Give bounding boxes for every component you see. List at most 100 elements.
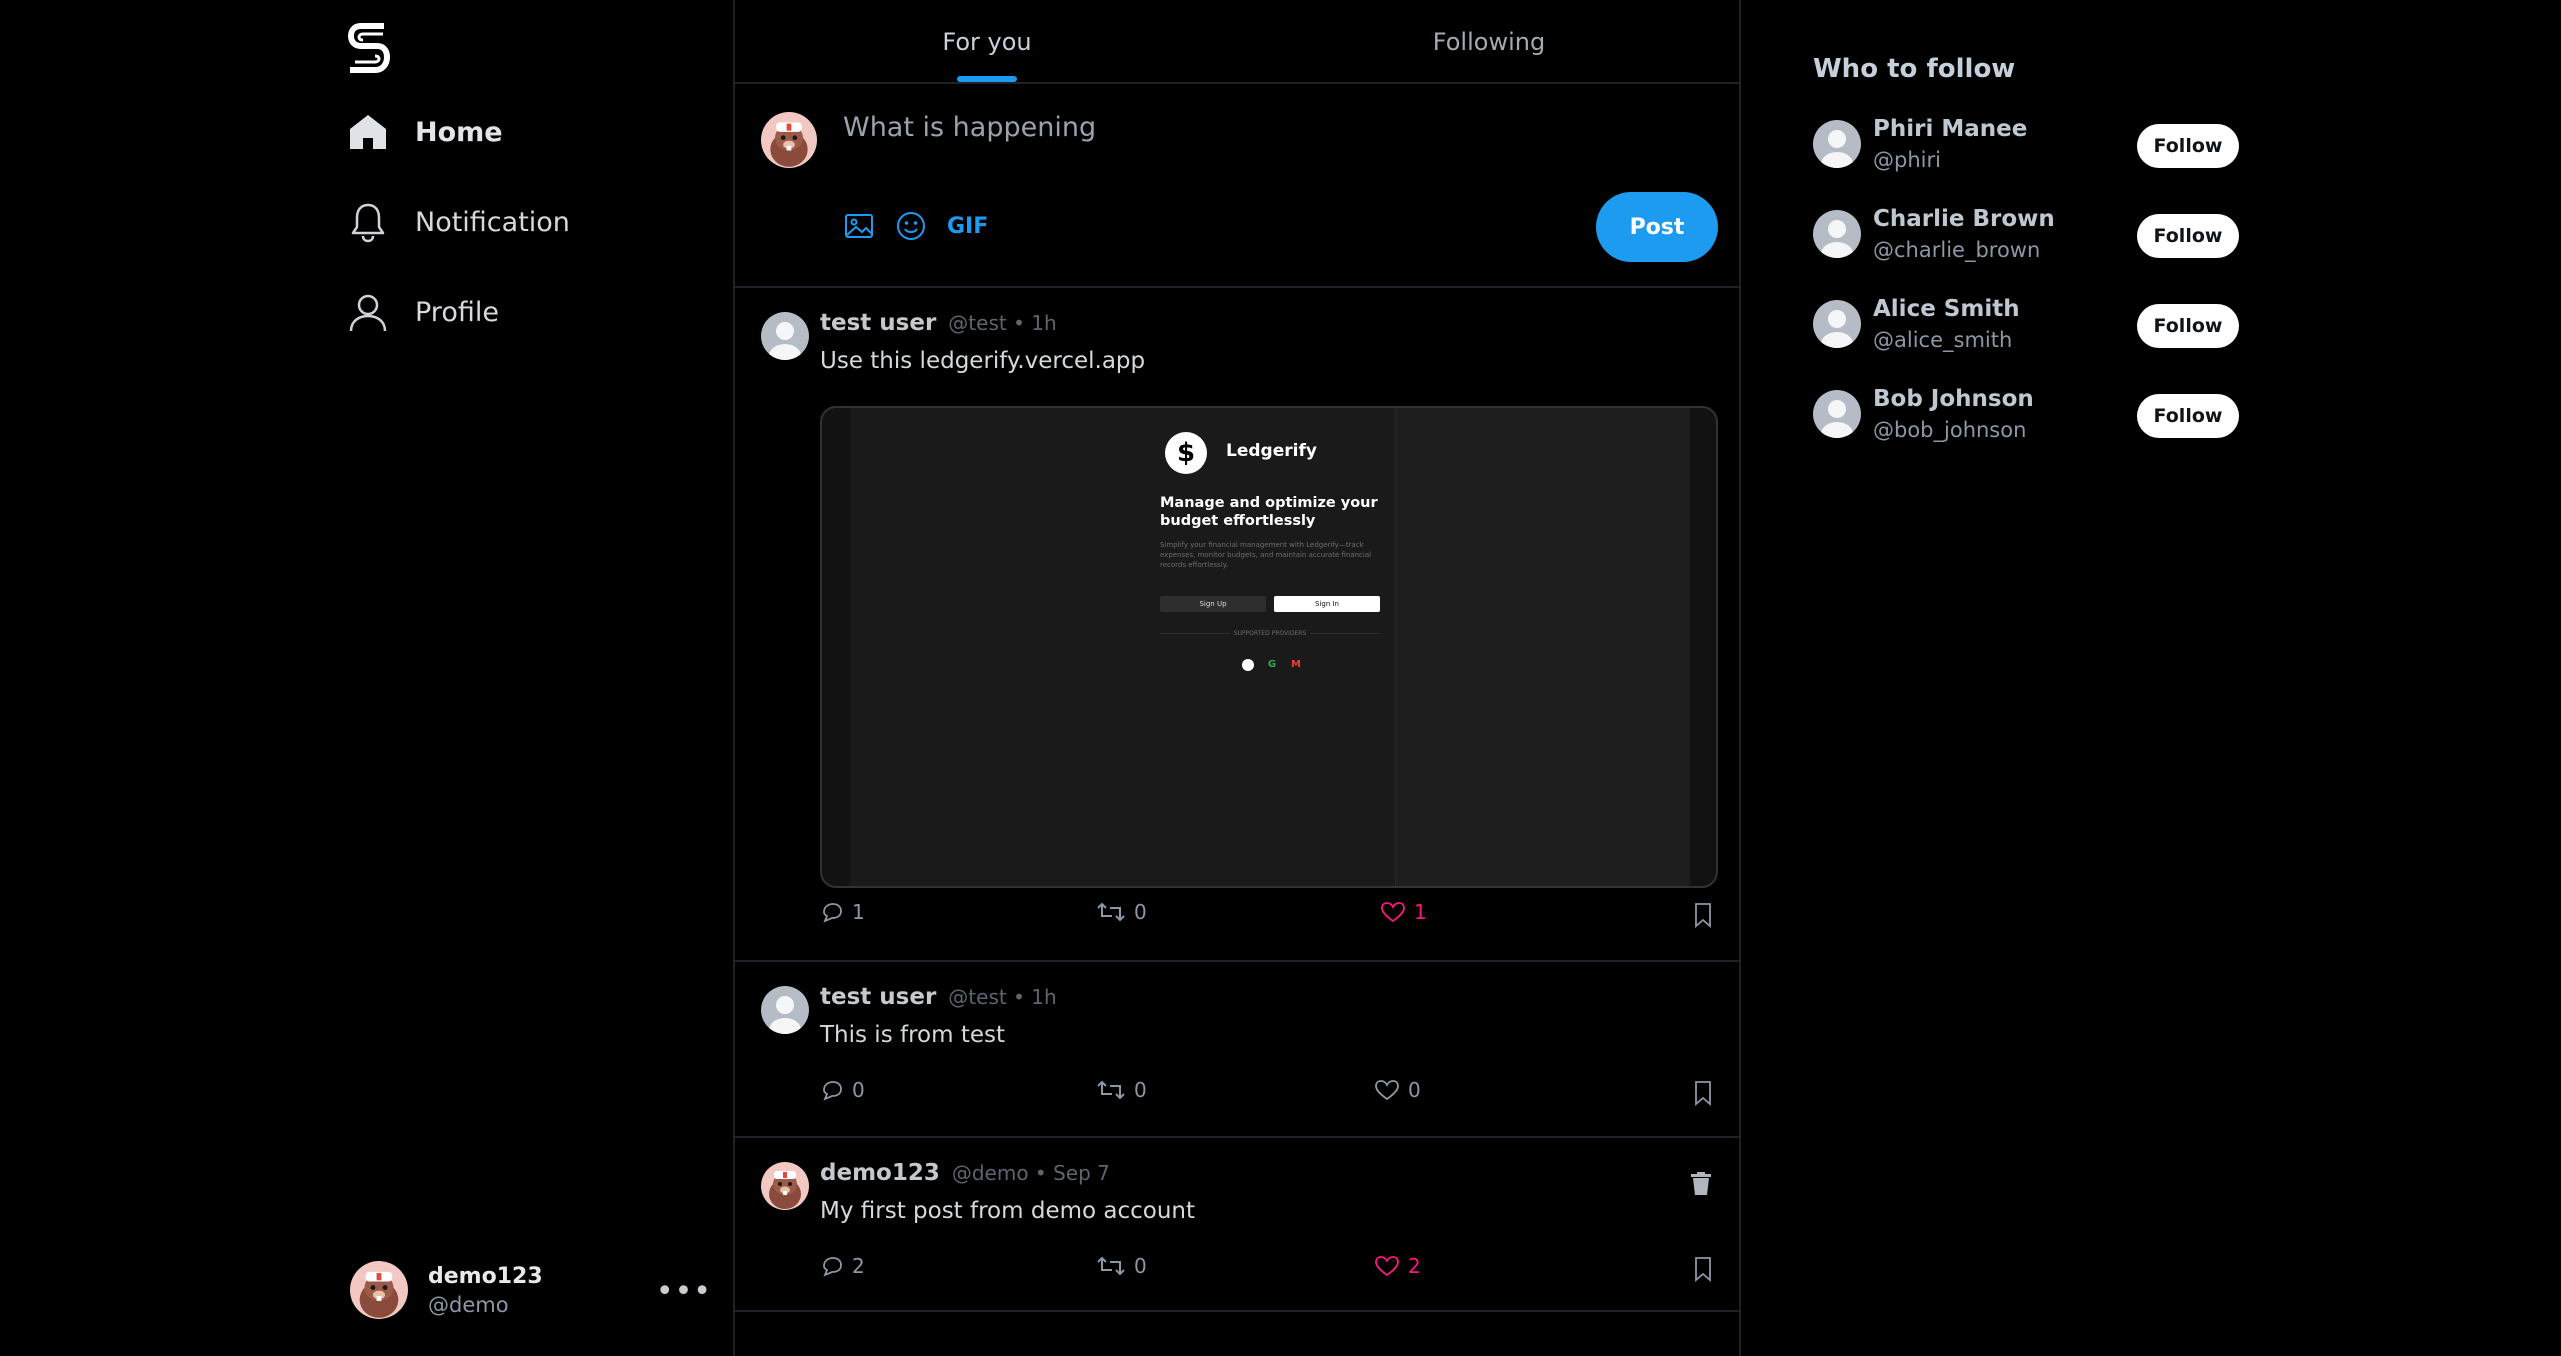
repost-button[interactable]: 0 [1096, 1078, 1147, 1102]
post-avatar[interactable] [761, 1162, 809, 1210]
post-card[interactable]: test user @test • 1h This is from test 0… [735, 964, 1739, 1138]
heart-icon [1375, 1256, 1399, 1277]
suggestion-handle: @phiri [1873, 148, 1941, 172]
heart-icon [1375, 1080, 1399, 1101]
follow-button[interactable]: Follow [2137, 214, 2239, 258]
repost-icon [1097, 902, 1125, 922]
nav-profile[interactable]: Profile [347, 282, 499, 342]
reply-icon [823, 1257, 842, 1277]
tab-for-you[interactable]: For you [861, 0, 1113, 84]
suggestion-avatar[interactable] [1813, 120, 1861, 168]
suggestion-name[interactable]: Charlie Brown [1873, 206, 2055, 232]
who-to-follow-title: Who to follow [1813, 54, 2016, 84]
repost-icon [1097, 1256, 1125, 1276]
bookmark-icon[interactable] [1693, 902, 1713, 928]
nav-home-label: Home [415, 116, 503, 148]
image-icon[interactable] [843, 210, 875, 242]
bookmark-icon[interactable] [1693, 1080, 1713, 1106]
follow-suggestion[interactable]: Charlie Brown @charlie_brown Follow [1813, 206, 2313, 266]
dollar-logo-icon: $ [1165, 432, 1207, 474]
left-sidebar: Home Notification Profile demo123 @demo … [0, 0, 733, 1356]
post-meta: @demo • Sep 7 [951, 1161, 1110, 1185]
preview-signup-button: Sign Up [1160, 596, 1266, 612]
like-count: 0 [1408, 1078, 1421, 1102]
composer-tools: GIF [843, 210, 1008, 242]
home-icon [350, 115, 386, 149]
reply-count: 0 [852, 1078, 865, 1102]
repost-count: 0 [1134, 900, 1147, 924]
post-avatar[interactable] [761, 312, 809, 360]
post-actions: 2 0 2 [820, 1254, 1713, 1284]
like-count: 1 [1414, 900, 1427, 924]
like-button[interactable]: 2 [1374, 1254, 1421, 1278]
nav-home[interactable]: Home [347, 102, 503, 162]
tab-following[interactable]: Following [1363, 0, 1615, 84]
post-composer: What is happening GIF Post [735, 86, 1739, 288]
user-icon [349, 294, 387, 332]
post-avatar[interactable] [761, 986, 809, 1034]
preview-subtitle: Simplify your financial management with … [1160, 541, 1372, 569]
app-logo-icon[interactable] [347, 20, 391, 76]
feed-tabs: For you Following [735, 0, 1739, 84]
suggestion-handle: @alice_smith [1873, 328, 2013, 352]
post-image-preview[interactable]: $ Ledgerify Manage and optimize your bud… [820, 406, 1718, 888]
post-actions: 1 0 1 [820, 900, 1713, 930]
emoji-icon[interactable] [895, 210, 927, 242]
suggestion-handle: @charlie_brown [1873, 238, 2041, 262]
post-author-name[interactable]: test user [820, 310, 936, 336]
reply-icon [823, 903, 842, 923]
post-text: Use this ledgerify.vercel.app [820, 348, 1146, 374]
like-button[interactable]: 0 [1374, 1078, 1421, 1102]
repost-count: 0 [1134, 1078, 1147, 1102]
post-meta: @test • 1h [948, 985, 1057, 1009]
suggestion-name[interactable]: Phiri Manee [1873, 116, 2027, 142]
nav-notification[interactable]: Notification [347, 192, 570, 252]
post-button[interactable]: Post [1596, 192, 1718, 262]
account-switcher[interactable]: demo123 @demo ••• [350, 1258, 712, 1322]
preview-headline: Manage and optimize your budget effortle… [1160, 495, 1378, 529]
suggestion-avatar[interactable] [1813, 210, 1861, 258]
heart-icon [1381, 902, 1405, 923]
post-author-name[interactable]: demo123 [820, 1160, 940, 1186]
follow-suggestion[interactable]: Bob Johnson @bob_johnson Follow [1813, 386, 2313, 446]
post-card[interactable]: demo123 @demo • Sep 7 My first post from… [735, 1140, 1739, 1312]
reply-count: 1 [852, 900, 865, 924]
preview-providers-label: SUPPORTED PROVIDERS [1160, 630, 1380, 637]
active-tab-indicator [957, 76, 1017, 82]
post-meta: @test • 1h [948, 311, 1057, 335]
reply-button[interactable]: 1 [820, 900, 865, 924]
follow-button[interactable]: Follow [2137, 394, 2239, 438]
trash-icon[interactable] [1689, 1170, 1713, 1196]
suggestion-avatar[interactable] [1813, 390, 1861, 438]
repost-button[interactable]: 0 [1096, 1254, 1147, 1278]
repost-count: 0 [1134, 1254, 1147, 1278]
preview-brand: Ledgerify [1226, 441, 1317, 461]
follow-button[interactable]: Follow [2137, 304, 2239, 348]
gif-button[interactable]: GIF [947, 214, 988, 239]
github-icon [1242, 659, 1254, 671]
post-text: This is from test [820, 1022, 1005, 1048]
follow-suggestion[interactable]: Alice Smith @alice_smith Follow [1813, 296, 2313, 356]
repost-icon [1097, 1080, 1125, 1100]
repost-button[interactable]: 0 [1096, 900, 1147, 924]
suggestion-name[interactable]: Alice Smith [1873, 296, 2020, 322]
post-author-name[interactable]: test user [820, 984, 936, 1010]
suggestion-name[interactable]: Bob Johnson [1873, 386, 2034, 412]
right-sidebar: Who to follow Phiri Manee @phiri Follow … [1743, 0, 2561, 1356]
reply-icon [823, 1081, 842, 1101]
reply-button[interactable]: 0 [820, 1078, 865, 1102]
follow-button[interactable]: Follow [2137, 124, 2239, 168]
compose-input[interactable]: What is happening [843, 112, 1096, 143]
more-options-icon[interactable]: ••• [656, 1274, 712, 1309]
follow-suggestion[interactable]: Phiri Manee @phiri Follow [1813, 116, 2313, 176]
reply-button[interactable]: 2 [820, 1254, 865, 1278]
post-card[interactable]: test user @test • 1h Use this ledgerify.… [735, 290, 1739, 962]
account-name: demo123 [428, 1263, 543, 1289]
post-actions: 0 0 0 [820, 1078, 1713, 1108]
main-feed: For you Following What is happening GIF … [733, 0, 1741, 1356]
nav-profile-label: Profile [415, 296, 499, 328]
like-button[interactable]: 1 [1380, 900, 1427, 924]
bookmark-icon[interactable] [1693, 1256, 1713, 1282]
suggestion-handle: @bob_johnson [1873, 418, 2027, 442]
suggestion-avatar[interactable] [1813, 300, 1861, 348]
